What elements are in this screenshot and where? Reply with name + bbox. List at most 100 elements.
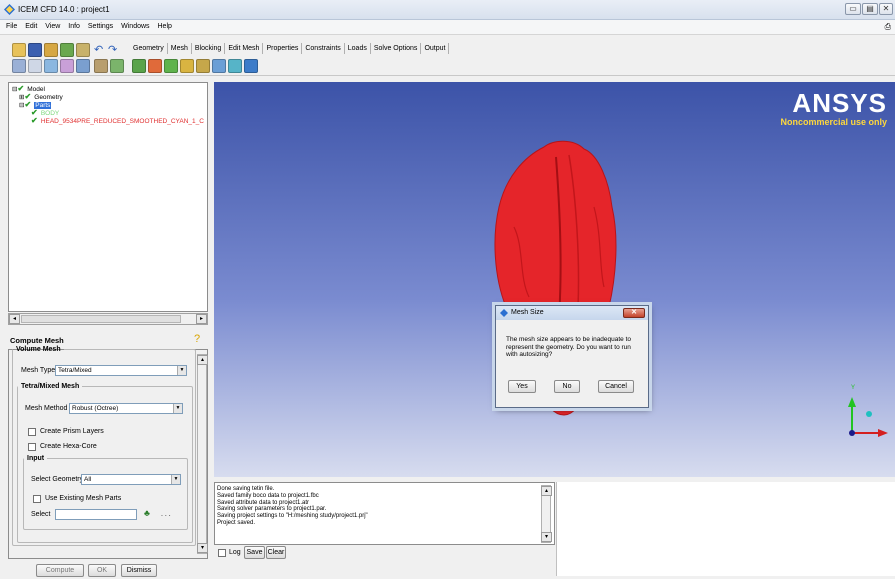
compute-mesh-header: Compute Mesh ? — [8, 333, 208, 347]
select-input[interactable] — [55, 509, 137, 520]
restore-button[interactable]: ▤ — [862, 3, 878, 15]
log-scrollbar[interactable]: ▴ ▾ — [541, 485, 552, 543]
menu-settings[interactable]: Settings — [88, 23, 113, 30]
more-options-button[interactable]: . . . — [161, 511, 171, 518]
check-icon[interactable]: ✔ — [31, 109, 39, 117]
tab-output[interactable]: Output — [421, 43, 450, 54]
log-line: Done saving tetin file. — [217, 486, 275, 492]
cancel-button[interactable]: Cancel — [598, 380, 634, 393]
message-log[interactable]: Done saving tetin file. Saved family boc… — [214, 482, 555, 545]
no-button[interactable]: No — [554, 380, 580, 393]
select-geometry-value: All — [84, 476, 92, 483]
scroll-right-button[interactable]: ▸ — [196, 314, 207, 324]
help-icon[interactable]: ? — [194, 333, 200, 345]
close-window-button[interactable]: ✕ — [879, 3, 893, 15]
tab-loads[interactable]: Loads — [345, 43, 371, 54]
log-line: Saved attribute data to project1.atr — [217, 499, 310, 506]
menu-view[interactable]: View — [45, 23, 60, 30]
points-icon[interactable] — [180, 59, 194, 73]
select-label: Select — [31, 511, 51, 518]
chevron-down-icon[interactable]: ▼ — [177, 366, 186, 375]
use-existing-label: Use Existing Mesh Parts — [45, 495, 122, 502]
volume-icon[interactable] — [244, 59, 258, 73]
tab-edit-mesh[interactable]: Edit Mesh — [225, 43, 264, 54]
chevron-down-icon[interactable]: ▼ — [171, 475, 180, 484]
save-icon[interactable] — [28, 43, 42, 57]
select-parts-icon[interactable]: ♣ — [144, 508, 150, 518]
tab-geometry[interactable]: Geometry — [130, 43, 168, 54]
select-geometry-select[interactable]: All ▼ — [81, 474, 181, 485]
tab-mesh[interactable]: Mesh — [168, 43, 192, 54]
tree-horizontal-scrollbar[interactable]: ◂ ▸ — [8, 313, 208, 325]
blocking-display-icon[interactable] — [164, 59, 178, 73]
check-icon[interactable]: ✔ — [24, 101, 32, 109]
shell-icon[interactable] — [228, 59, 242, 73]
undo-icon[interactable]: ↶ — [94, 43, 103, 56]
dismiss-button[interactable]: Dismiss — [121, 564, 157, 577]
axis-triad — [848, 397, 888, 437]
tree-label-geometry: Geometry — [34, 94, 63, 101]
tab-blocking[interactable]: Blocking — [192, 43, 226, 54]
solid-wire-icon[interactable] — [94, 59, 108, 73]
dialog-title: Mesh Size — [511, 309, 544, 316]
mesh-method-value: Robust (Octree) — [72, 405, 119, 412]
log-line: Saved family boco data to project1.fbc — [217, 492, 319, 499]
scroll-down-button[interactable]: ▾ — [197, 543, 208, 553]
scroll-up-button[interactable]: ▴ — [197, 355, 208, 365]
compute-panel-scrollbar[interactable]: ▴ ▾ — [197, 354, 208, 554]
curves-icon[interactable] — [196, 59, 210, 73]
log-checkbox-label: Log — [229, 549, 241, 556]
select-geometry-label: Select Geometry — [31, 476, 84, 483]
ok-button[interactable]: OK — [88, 564, 116, 577]
save-log-button[interactable]: Save — [244, 546, 265, 559]
menu-help[interactable]: Help — [158, 23, 172, 30]
tree-item-head-part[interactable]: ✔ HEAD_9534PRE_REDUCED_SMOOTHED_CYAN_1_C — [31, 117, 204, 126]
minimize-button[interactable]: ▭ — [845, 3, 861, 15]
close-icon[interactable]: ✕ — [623, 308, 645, 318]
print-icon[interactable]: ⎙ — [885, 22, 891, 32]
window-title: ICEM CFD 14.0 : project1 — [18, 5, 110, 14]
scroll-left-button[interactable]: ◂ — [9, 314, 20, 324]
clear-log-button[interactable]: Clear — [266, 546, 286, 559]
shaded-icon[interactable] — [110, 59, 124, 73]
open-folder-icon[interactable] — [12, 43, 26, 57]
compute-button[interactable]: Compute — [36, 564, 84, 577]
input-legend: Input — [27, 455, 45, 462]
log-checkbox[interactable] — [218, 549, 226, 557]
menu-edit[interactable]: Edit — [25, 23, 37, 30]
license-note: Noncommercial use only — [780, 117, 887, 127]
create-hexa-checkbox[interactable] — [28, 443, 36, 451]
chevron-down-icon[interactable]: ▼ — [173, 404, 182, 413]
menu-file[interactable]: File — [6, 23, 17, 30]
tab-properties[interactable]: Properties — [263, 43, 303, 54]
open-blocking-icon[interactable] — [76, 43, 90, 57]
check-icon[interactable]: ✔ — [31, 117, 39, 125]
scroll-up-button[interactable]: ▴ — [541, 486, 552, 496]
check-icon[interactable]: ✔ — [17, 85, 25, 93]
create-prism-checkbox[interactable] — [28, 428, 36, 436]
redo-icon[interactable]: ↷ — [108, 43, 117, 56]
yes-button[interactable]: Yes — [508, 380, 536, 393]
fit-window-icon[interactable] — [12, 59, 26, 73]
mesh-display-icon[interactable] — [148, 59, 162, 73]
geometry-display-icon[interactable] — [132, 59, 146, 73]
scroll-down-button[interactable]: ▾ — [541, 532, 552, 542]
measure-icon[interactable] — [44, 59, 58, 73]
use-existing-checkbox[interactable] — [33, 495, 41, 503]
tab-constraints[interactable]: Constraints — [302, 43, 345, 54]
graphics-viewport[interactable]: ANSYS Noncommercial use only Y — [214, 82, 895, 477]
mesh-type-label: Mesh Type — [21, 367, 56, 374]
menu-windows[interactable]: Windows — [121, 23, 149, 30]
surfaces-icon[interactable] — [212, 59, 226, 73]
display-options-icon[interactable] — [60, 59, 74, 73]
tab-solve-options[interactable]: Solve Options — [371, 43, 422, 54]
menu-info[interactable]: Info — [68, 23, 80, 30]
open-geometry-icon[interactable] — [44, 43, 58, 57]
scroll-thumb[interactable] — [21, 315, 181, 323]
check-icon[interactable]: ✔ — [24, 93, 32, 101]
view-icon[interactable] — [76, 59, 90, 73]
zoom-box-icon[interactable] — [28, 59, 42, 73]
mesh-method-select[interactable]: Robust (Octree) ▼ — [69, 403, 183, 414]
mesh-type-select[interactable]: Tetra/Mixed ▼ — [55, 365, 187, 376]
open-mesh-icon[interactable] — [60, 43, 74, 57]
